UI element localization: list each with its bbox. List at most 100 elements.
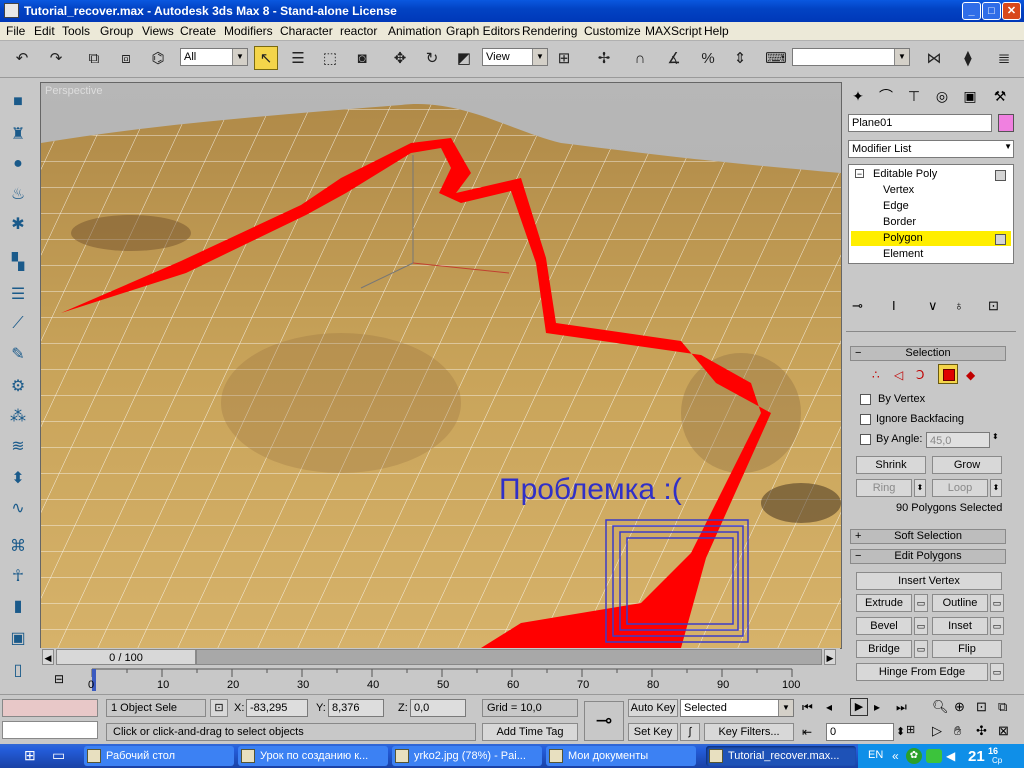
auto-key-button[interactable]: Auto Key xyxy=(628,699,678,717)
utilities-tab-icon[interactable]: ⚒ xyxy=(988,84,1012,108)
make-unique-icon[interactable]: ∨ xyxy=(928,298,938,314)
lock-selection-icon[interactable]: ⊡ xyxy=(210,699,228,717)
volume-icon[interactable]: ◀ xyxy=(946,749,955,763)
camera-icon[interactable]: ▣ xyxy=(6,626,30,650)
next-frame-icon[interactable]: ▸ xyxy=(874,700,880,714)
loop-spinner-icon[interactable]: ⬍ xyxy=(990,479,1002,497)
maximize-button[interactable]: □ xyxy=(982,2,1001,20)
stack-item-edge[interactable]: Edge xyxy=(883,200,909,212)
stack-item-border[interactable]: Border xyxy=(883,216,916,228)
windows-logo-icon[interactable]: ⊞ xyxy=(24,747,36,764)
rotate-icon[interactable]: ↻ xyxy=(420,46,444,70)
knot-icon[interactable]: ⌘ xyxy=(6,534,30,558)
shrink-button[interactable]: Shrink xyxy=(856,456,926,474)
outline-settings-icon[interactable]: ▭ xyxy=(990,594,1004,612)
helper-icon[interactable]: ✱ xyxy=(6,212,30,236)
previous-frame-icon[interactable]: ◂ xyxy=(826,700,832,714)
edit-named-selections-icon[interactable]: ⌨ xyxy=(764,46,788,70)
light-icon[interactable]: ♨ xyxy=(6,182,30,206)
time-slider[interactable]: ◀ 0 / 100 ▶ xyxy=(40,648,840,666)
insert-vertex-button[interactable]: Insert Vertex xyxy=(856,572,1002,590)
motion-tab-icon[interactable]: ◎ xyxy=(930,84,954,108)
go-to-start-icon[interactable]: ⏮ xyxy=(802,700,813,715)
snaps-toggle-icon[interactable]: ∩ xyxy=(628,46,652,70)
key-filters-button[interactable]: Key Filters... xyxy=(704,723,794,741)
taskbar-item-paint[interactable]: yrko2.jpg (78%) - Pai... xyxy=(392,746,542,766)
menu-rendering[interactable]: Rendering xyxy=(522,24,577,38)
configure-sets-icon[interactable]: ⊡ xyxy=(988,298,999,314)
taskbar-item-lesson[interactable]: Урок по созданию к... xyxy=(238,746,388,766)
menu-file[interactable]: File xyxy=(6,24,25,38)
sphere-icon[interactable]: ● xyxy=(6,152,30,176)
menu-graph-editors[interactable]: Graph Editors xyxy=(446,24,520,38)
pan-icon[interactable]: ✋︎ xyxy=(954,723,961,739)
language-indicator[interactable]: EN xyxy=(868,749,883,761)
bevel-settings-icon[interactable]: ▭ xyxy=(914,617,928,635)
select-object-icon[interactable]: ↖ xyxy=(254,46,278,70)
y-coordinate-field[interactable]: 8,376 xyxy=(328,699,384,717)
edge-subobject-icon[interactable]: ◁ xyxy=(894,368,903,382)
reference-coordinate-dropdown[interactable]: View ▼ xyxy=(482,48,548,66)
menu-animation[interactable]: Animation xyxy=(388,24,441,38)
hinge-settings-icon[interactable]: ▭ xyxy=(990,663,1004,681)
create-tab-icon[interactable]: ✦ xyxy=(846,84,870,108)
key-icon[interactable]: ⊸ xyxy=(584,701,624,741)
key-mode-dropdown[interactable]: Selected ▼ xyxy=(680,699,794,717)
stack-item-vertex[interactable]: Vertex xyxy=(883,184,914,196)
unlink-icon[interactable]: ⧈ xyxy=(114,46,138,70)
spinner-snap-icon[interactable]: ⇕ xyxy=(728,46,752,70)
redo-icon[interactable]: ↷ xyxy=(44,46,68,70)
curve-icon[interactable]: ∫ xyxy=(680,723,700,741)
bridge-button[interactable]: Bridge xyxy=(856,640,912,658)
brush-icon[interactable]: ✎ xyxy=(6,342,30,366)
collapse-icon[interactable]: − xyxy=(855,169,864,179)
menu-group[interactable]: Group xyxy=(100,24,133,38)
perspective-viewport[interactable]: Perspective Проблемка :( xyxy=(40,82,842,649)
bone-icon[interactable]: ⟋ xyxy=(6,312,30,336)
flip-button[interactable]: Flip xyxy=(932,640,1002,658)
ignore-backfacing-checkbox[interactable] xyxy=(860,414,871,425)
by-vertex-checkbox[interactable] xyxy=(860,394,871,405)
menu-create[interactable]: Create xyxy=(180,24,216,38)
percent-snap-icon[interactable]: % xyxy=(696,46,720,70)
viewport-label[interactable]: Perspective xyxy=(45,85,102,97)
undo-icon[interactable]: ↶ xyxy=(10,46,34,70)
inset-settings-icon[interactable]: ▭ xyxy=(990,617,1004,635)
door-icon[interactable]: ▯ xyxy=(6,658,30,682)
icq-icon[interactable]: ✿ xyxy=(906,748,922,764)
polygon-subobject-button[interactable] xyxy=(938,364,958,384)
mini-curve-editor-icon[interactable]: ⊟ xyxy=(54,672,64,686)
angle-spinner[interactable]: 45,0 xyxy=(926,432,990,448)
taskbar-item-my-documents[interactable]: Мои документы xyxy=(546,746,696,766)
zoom-icon[interactable]: 🔍︎ xyxy=(932,699,949,715)
frame-spinner-icon[interactable]: ⬍ xyxy=(896,725,905,738)
menu-reactor[interactable]: reactor xyxy=(340,24,377,38)
shirt-icon[interactable]: ♜ xyxy=(6,122,30,146)
rectangular-selection-icon[interactable]: ⬚ xyxy=(318,46,342,70)
maxscript-input[interactable] xyxy=(2,721,98,739)
stack-item-polygon[interactable]: Polygon xyxy=(883,232,923,244)
select-by-name-icon[interactable]: ☰ xyxy=(286,46,310,70)
object-name-field[interactable]: Plane01 xyxy=(848,114,992,132)
show-end-result-icon[interactable]: Ι xyxy=(892,298,896,313)
menu-maxscript[interactable]: MAXScript xyxy=(645,24,702,38)
bevel-button[interactable]: Bevel xyxy=(856,617,912,635)
slider-prev-icon[interactable]: ◀ xyxy=(42,649,54,665)
material-icon[interactable]: ▚ xyxy=(6,250,30,274)
current-frame-field[interactable]: 0 xyxy=(826,723,894,741)
modify-tab-icon[interactable]: ⌒ xyxy=(874,84,898,108)
select-link-icon[interactable]: ⧉ xyxy=(82,46,106,70)
menu-edit[interactable]: Edit xyxy=(34,24,55,38)
display-tab-icon[interactable]: ▣ xyxy=(958,84,982,108)
minimize-button[interactable]: _ xyxy=(962,2,981,20)
taskbar-item-3dsmax[interactable]: Tutorial_recover.max... xyxy=(706,746,856,766)
add-time-tag-button[interactable]: Add Time Tag xyxy=(482,723,578,741)
play-icon[interactable]: ▶ xyxy=(850,698,868,716)
by-angle-checkbox[interactable] xyxy=(860,434,871,445)
taskbar-item-desktop[interactable]: Рабочий стол xyxy=(84,746,234,766)
close-button[interactable]: ✕ xyxy=(1002,2,1021,20)
set-key-button[interactable]: Set Key xyxy=(628,723,678,741)
gear-icon[interactable]: ⚙ xyxy=(6,374,30,398)
biped-icon[interactable]: ☥ xyxy=(6,564,30,588)
mirror-icon[interactable]: ⋈ xyxy=(922,46,946,70)
